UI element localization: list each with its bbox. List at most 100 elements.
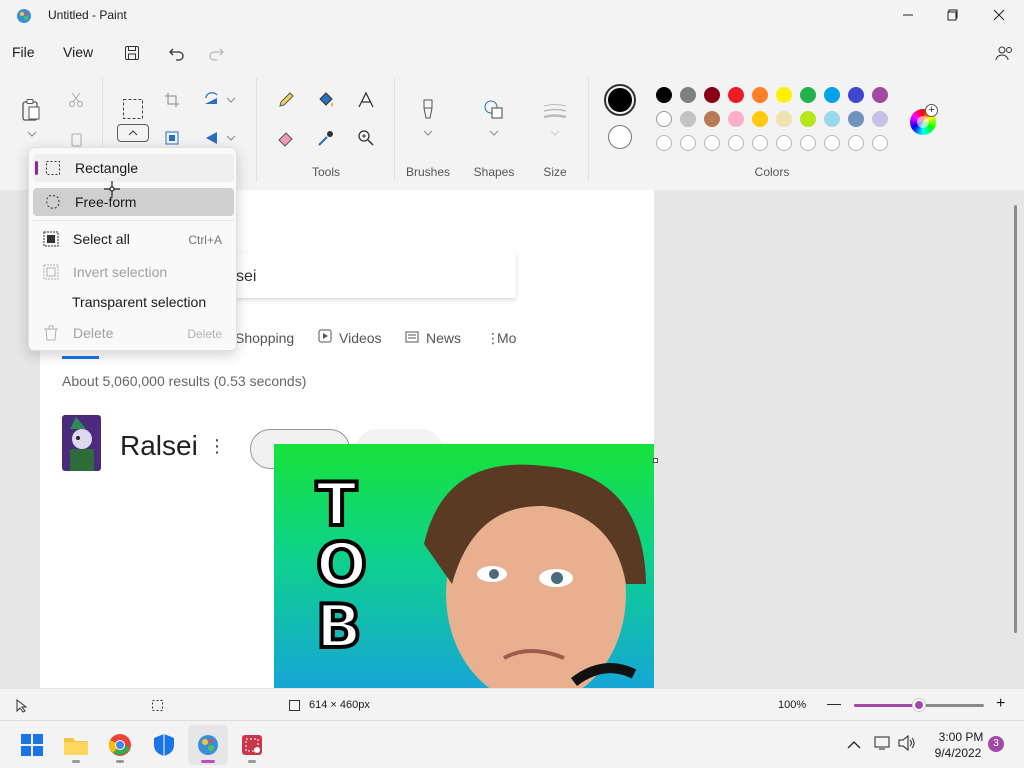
crop-icon[interactable]: [158, 86, 186, 114]
size-chevron-icon[interactable]: [541, 124, 569, 142]
palette-color-swatch[interactable]: [704, 111, 720, 127]
paste-icon[interactable]: [17, 96, 45, 124]
redo-icon[interactable]: [202, 40, 230, 66]
snipping-tool-icon[interactable]: [232, 725, 272, 765]
palette-color-swatch[interactable]: [656, 87, 672, 103]
secondary-color-swatch[interactable]: [608, 125, 632, 149]
windows-security-icon[interactable]: [144, 725, 184, 765]
color-picker-icon[interactable]: [312, 124, 340, 152]
empty-color-swatch[interactable]: [704, 135, 720, 151]
menu-item-label: Transparent selection: [72, 294, 207, 310]
palette-color-swatch[interactable]: [800, 87, 816, 103]
vertical-scrollbar[interactable]: [1014, 205, 1017, 633]
menu-item-select-all[interactable]: Select all Ctrl+A: [33, 225, 234, 253]
empty-color-swatch[interactable]: [800, 135, 816, 151]
start-button[interactable]: [12, 725, 52, 765]
size-icon[interactable]: [541, 98, 569, 126]
empty-color-swatch[interactable]: [872, 135, 888, 151]
magnifier-icon[interactable]: [352, 124, 380, 152]
tools-group-label: Tools: [311, 165, 340, 179]
palette-color-swatch[interactable]: [680, 111, 696, 127]
palette-color-swatch[interactable]: [728, 87, 744, 103]
palette-color-swatch[interactable]: [872, 87, 888, 103]
edit-colors-icon[interactable]: +: [910, 104, 938, 135]
window-title: Untitled - Paint: [48, 8, 127, 22]
text-icon[interactable]: [352, 86, 380, 114]
menu-item-transparent-selection[interactable]: Transparent selection: [33, 288, 234, 316]
menu-item-invert-selection[interactable]: Invert selection: [33, 258, 234, 286]
zoom-slider[interactable]: [854, 699, 984, 711]
palette-color-swatch[interactable]: [728, 111, 744, 127]
search-tab-videos: Videos: [339, 330, 382, 346]
empty-color-swatch[interactable]: [848, 135, 864, 151]
cut-icon[interactable]: [62, 86, 90, 114]
zoom-in-icon[interactable]: +: [996, 695, 1005, 713]
menu-item-delete[interactable]: Delete Delete: [33, 319, 234, 347]
palette-color-swatch[interactable]: [680, 87, 696, 103]
colors-group-label: Colors: [754, 165, 790, 179]
menu-item-shortcut: Ctrl+A: [188, 233, 222, 247]
file-explorer-icon[interactable]: [56, 725, 96, 765]
brushes-group-label: Brushes: [405, 165, 451, 179]
pasted-image[interactable]: T O B: [274, 444, 654, 688]
trash-icon: [43, 325, 59, 341]
palette-color-swatch[interactable]: [776, 111, 792, 127]
empty-color-swatch[interactable]: [824, 135, 840, 151]
undo-icon[interactable]: [163, 40, 191, 66]
menu-item-free-form[interactable]: Free-form: [33, 188, 234, 216]
palette-color-swatch[interactable]: [776, 87, 792, 103]
empty-color-swatch[interactable]: [656, 135, 672, 151]
show-hidden-icons-chevron-icon[interactable]: [847, 737, 861, 755]
menu-item-rectangle[interactable]: Rectangle: [33, 154, 234, 182]
view-menu[interactable]: View: [63, 44, 93, 60]
maximize-button[interactable]: [930, 0, 976, 30]
palette-color-swatch[interactable]: [752, 87, 768, 103]
network-icon[interactable]: [874, 735, 892, 756]
fill-icon[interactable]: [312, 86, 340, 114]
save-icon[interactable]: [118, 40, 146, 66]
size-group-label: Size: [543, 165, 567, 179]
select-rectangle-icon[interactable]: [119, 95, 147, 123]
empty-color-swatch[interactable]: [680, 135, 696, 151]
palette-color-swatch[interactable]: [752, 111, 768, 127]
palette-color-swatch[interactable]: [656, 111, 672, 127]
brush-chevron-icon[interactable]: [414, 124, 442, 142]
palette-color-swatch[interactable]: [824, 111, 840, 127]
palette-color-swatch[interactable]: [824, 87, 840, 103]
palette-color-swatch[interactable]: [848, 87, 864, 103]
palette-color-swatch[interactable]: [704, 87, 720, 103]
notification-badge[interactable]: 3: [988, 736, 1004, 752]
paste-chevron-icon[interactable]: [18, 124, 46, 144]
zoom-slider-thumb[interactable]: [913, 699, 925, 711]
account-icon[interactable]: [990, 40, 1018, 66]
empty-color-swatch[interactable]: [752, 135, 768, 151]
palette-color-swatch[interactable]: [848, 111, 864, 127]
empty-color-swatch[interactable]: [776, 135, 792, 151]
paint-taskbar-icon[interactable]: [188, 725, 228, 765]
palette-color-swatch[interactable]: [800, 111, 816, 127]
zoom-out-icon[interactable]: —: [827, 695, 841, 713]
shapes-chevron-icon[interactable]: [480, 124, 508, 142]
minimize-button[interactable]: [885, 0, 931, 30]
file-menu[interactable]: File: [12, 44, 35, 60]
primary-color-swatch[interactable]: [604, 84, 636, 116]
chrome-icon[interactable]: [100, 725, 140, 765]
clock-date[interactable]: 9/4/2022: [930, 746, 986, 760]
results-count: About 5,060,000 results (0.53 seconds): [62, 373, 307, 389]
volume-icon[interactable]: [898, 734, 916, 756]
search-tab-shopping: Shopping: [235, 330, 295, 346]
palette-color-swatch[interactable]: [872, 111, 888, 127]
shapes-icon[interactable]: [480, 96, 508, 124]
pencil-icon[interactable]: [272, 86, 300, 114]
rotate-chevron-icon[interactable]: [222, 86, 240, 114]
clock-time[interactable]: 3:00 PM: [936, 730, 986, 744]
select-chevron-up-icon[interactable]: [117, 124, 149, 142]
resize-handle[interactable]: [653, 458, 658, 463]
close-button[interactable]: [976, 0, 1022, 30]
empty-color-swatch[interactable]: [728, 135, 744, 151]
free-form-select-icon: [45, 194, 61, 210]
brush-icon[interactable]: [414, 96, 442, 124]
separator: [394, 78, 395, 182]
title-bar: Untitled - Paint: [0, 0, 1024, 32]
eraser-icon[interactable]: [272, 124, 300, 152]
